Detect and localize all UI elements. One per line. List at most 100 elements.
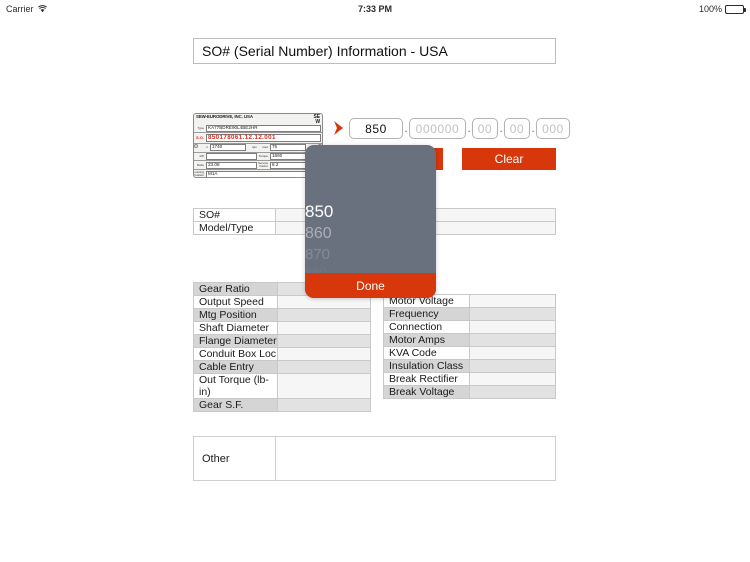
serial-body-input[interactable]: 000000 [409,118,466,139]
nameplate-header: SEW-EURODRIVE, INC. USA SE W [194,114,322,125]
app-root: Carrier 7:33 PM 100% SO# (Serial Number)… [0,0,750,562]
row-label: Frequency [383,307,470,321]
nameplate-torque-label: Torque [258,153,268,158]
table-row: Mtg Position [193,308,372,322]
page-title: SO# (Serial Number) Information - USA [193,38,556,64]
nameplate-company: SEW-EURODRIVE, INC. USA [196,114,253,119]
table-row: Conduit Box Loc [193,347,372,361]
nameplate-rpm-in-value: 1740 [210,144,246,152]
clock-label: 7:33 PM [357,4,392,14]
row-label: KVA Code [383,346,470,360]
row-label: SO# [193,208,276,222]
nameplate-torque-row: kW Torque 1660 [194,153,322,162]
row-label: Gear S.F. [193,398,278,412]
other-section: Other [193,436,556,481]
status-bar: Carrier 7:33 PM 100% [0,0,750,18]
table-row: Flange Diameter [193,334,372,348]
nameplate-image[interactable]: SEW-EURODRIVE, INC. USA SE W Type KA77BDR… [193,113,323,178]
row-label: Connection [383,320,470,334]
row-label: Model/Type [193,221,276,235]
row-label: Out Torque (lb-in) [193,373,278,399]
row-value[interactable] [276,321,372,335]
row-value[interactable] [468,333,557,347]
table-row: Out Torque (lb-in) [193,373,372,399]
nameplate-kw-label: kW [199,153,204,158]
picker-done-button[interactable]: Done [305,273,436,298]
row-value[interactable] [276,360,372,374]
nameplate-so-value: 850178061.12.12.001 [206,133,321,143]
nameplate-so-label: S.O. [195,134,204,140]
nameplate-type-label: Type [197,125,204,130]
table-row: Connection [383,320,557,334]
page-title-text: SO# (Serial Number) Information - USA [202,43,448,59]
table-row: KVA Code [383,346,557,360]
gear-details-table-body: Gear Ratio Output Speed Mtg Position Sha… [193,282,372,412]
table-row: Frequency [383,307,557,321]
row-value[interactable] [468,385,557,399]
nameplate-mount-row: Mounting Position M1A [193,170,322,178]
row-label: Cable Entry [193,360,278,374]
row-value[interactable] [468,346,557,360]
picker-selected-option[interactable]: 850 [305,202,436,222]
row-label: Flange Diameter [193,334,278,348]
row-value[interactable] [276,347,372,361]
row-label: Break Voltage [383,385,470,399]
chevron-right-icon [332,120,346,136]
row-label: Shaft Diameter [193,321,278,335]
table-row: Break Rectifier [383,372,557,386]
row-label: Gear Ratio [193,282,278,296]
row-value[interactable] [276,308,372,322]
row-value[interactable] [468,359,557,373]
serial-prefix-input[interactable]: 850 [349,118,403,139]
row-label: Conduit Box Loc [193,347,278,361]
table-row: Motor Amps [383,333,557,347]
row-label: Motor Amps [383,333,470,347]
row-value[interactable] [468,320,557,334]
nameplate-mount-label: Mounting Position [193,170,204,178]
row-value[interactable] [468,372,557,386]
row-label: Break Rectifier [383,372,470,386]
row-value[interactable] [276,398,372,412]
nameplate-mount-value: M1A [206,170,321,177]
other-label: Other [194,437,276,480]
table-row: Shaft Diameter [193,321,372,335]
row-label: Insulation Class [383,359,470,373]
nameplate-kw-value [206,153,257,160]
nameplate-rpm-out-value: 75 [270,144,306,152]
status-bar-right: 100% [698,4,746,14]
row-value[interactable] [276,334,372,348]
row-value[interactable] [276,373,372,399]
serial-part3-input[interactable]: 00 [472,118,498,139]
table-row: Cable Entry [193,360,372,374]
nameplate-ratio-label: Ratio [196,162,204,167]
table-row: Break Voltage [383,385,557,399]
row-value[interactable] [468,307,557,321]
table-row: Gear S.F. [193,398,372,412]
table-row: Insulation Class [383,359,557,373]
serial-part5-input[interactable]: 000 [536,118,570,139]
serial-part4-input[interactable]: 00 [504,118,530,139]
picker-wheel[interactable]: 850 860 870 880 [305,145,436,280]
battery-percent-label: 100% [698,4,722,14]
nameplate-rpm-in-label: n [206,145,208,150]
nameplate-type-value: KA77BDRE90L4BE2HR [206,125,321,132]
nameplate-type-row: Type KA77BDRE90L4BE2HR [194,125,322,134]
nameplate-so-row: S.O. 850178061.12.12.001 [194,133,322,144]
nameplate-ratio-row: Ratio 23.08 Service Factor 8.2 [194,161,322,171]
row-label: Mtg Position [193,308,278,322]
battery-icon [725,4,746,14]
nameplate-rpm-out-label: nout [262,145,268,150]
nameplate-sf-label: Service Factor [257,161,268,169]
picker-option-next1[interactable]: 860 [305,225,436,243]
gear-details-table: Gear Ratio Output Speed Mtg Position Sha… [193,282,372,412]
row-label: Output Speed [193,295,278,309]
nameplate-speed-row: n 1740 rpm nout 75 rpm [194,143,322,153]
nameplate-ratio-value: 23.08 [206,161,257,169]
motor-details-table: Motor Voltage Frequency Connection Motor… [383,294,557,399]
picker-option-next2[interactable]: 870 [305,246,436,263]
row-value[interactable] [468,294,557,308]
other-value[interactable] [276,437,555,480]
number-picker-overlay[interactable]: 850 860 870 880 Done [305,145,436,298]
clear-button[interactable]: Clear [462,148,556,170]
motor-details-table-body: Motor Voltage Frequency Connection Motor… [383,294,557,399]
